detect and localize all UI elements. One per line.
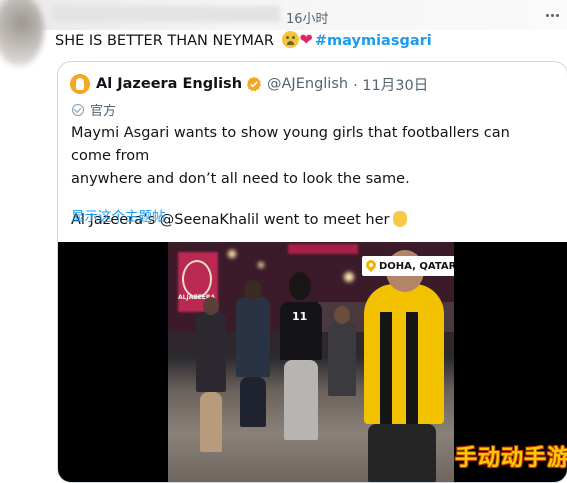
aljazeera-logo bbox=[182, 260, 212, 298]
tweet-body: SHE IS BETTER THAN NEYMAR bbox=[55, 33, 274, 49]
jersey-number: 11 bbox=[292, 310, 308, 323]
pointing-down-icon bbox=[393, 211, 408, 227]
hashtag-link[interactable]: #maymiasgari bbox=[315, 33, 432, 49]
watermark-text: 手动动手游 bbox=[455, 446, 567, 471]
location-text: DOHA, QATAR bbox=[379, 260, 454, 272]
body-line-2: anywhere and don’t all need to look the … bbox=[71, 171, 410, 187]
more-options-icon[interactable] bbox=[545, 8, 561, 24]
avatar[interactable] bbox=[0, 0, 44, 66]
author-avatar[interactable] bbox=[70, 74, 90, 94]
quoted-tweet-header: Al Jazeera English @AJEnglish · 11月30日 bbox=[70, 74, 428, 94]
location-pin-icon bbox=[366, 260, 376, 273]
blurred-username bbox=[52, 6, 280, 22]
official-check-icon bbox=[72, 103, 84, 116]
quoted-tweet-card[interactable]: Al Jazeera English @AJEnglish · 11月30日 官… bbox=[57, 61, 567, 483]
author-name[interactable]: Al Jazeera English bbox=[96, 76, 242, 92]
official-text: 官方 bbox=[90, 104, 117, 119]
tweet-text: SHE IS BETTER THAN NEYMAR ❤ #maymiasgari bbox=[55, 30, 432, 51]
crying-face-icon bbox=[281, 31, 299, 48]
tweet-timestamp[interactable]: 16小时 bbox=[286, 8, 329, 27]
verified-badge-icon bbox=[247, 76, 262, 92]
show-thread-link[interactable]: 显示这个主题帖 bbox=[71, 205, 166, 225]
location-tag: DOHA, QATAR bbox=[362, 256, 454, 276]
heart-icon: ❤ bbox=[299, 30, 313, 49]
quoted-date[interactable]: · 11月30日 bbox=[353, 74, 428, 95]
author-handle[interactable]: @AJEnglish bbox=[267, 76, 348, 92]
official-label: 官方 bbox=[72, 100, 116, 119]
video-frame: ALJAZEERA 11 DOHA, QATAR bbox=[168, 242, 454, 482]
body-line-1: Maymi Asgari wants to show young girls t… bbox=[71, 125, 510, 164]
